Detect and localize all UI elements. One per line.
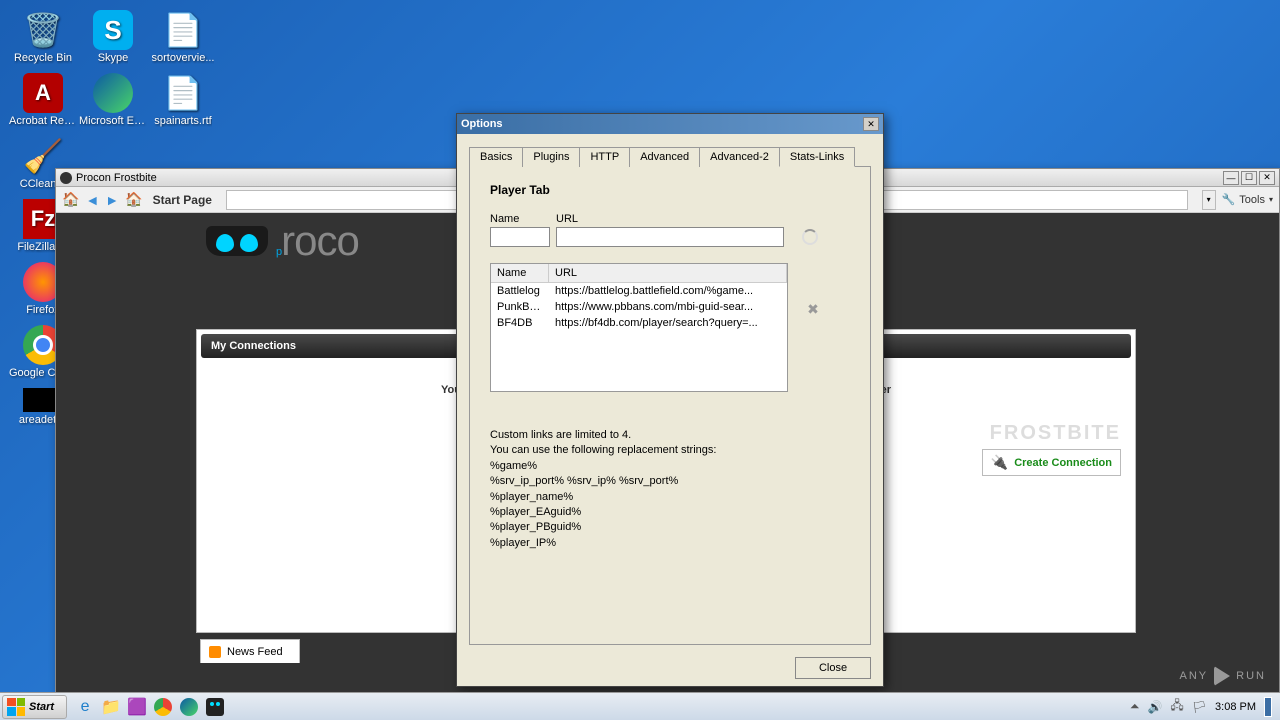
- grid-header-url[interactable]: URL: [549, 264, 787, 282]
- minimize-button[interactable]: —: [1223, 171, 1239, 185]
- options-tabs: Basics Plugins HTTP Advanced Advanced-2 …: [469, 146, 871, 167]
- start-button[interactable]: Start: [2, 695, 67, 719]
- tab-advanced-2[interactable]: Advanced-2: [699, 147, 780, 167]
- taskbar-explorer-icon[interactable]: 📁: [99, 696, 123, 718]
- player-tab-header: Player Tab: [490, 183, 850, 197]
- desktop-icon-rtf2[interactable]: 📄spainarts.rtf: [148, 71, 218, 129]
- address-dropdown[interactable]: ▾: [1202, 190, 1216, 210]
- taskbar-ie-icon[interactable]: e: [73, 696, 97, 718]
- back-icon[interactable]: ◄: [85, 192, 99, 208]
- maximize-button[interactable]: ☐: [1241, 171, 1257, 185]
- wrench-icon: 🔧: [1222, 193, 1236, 206]
- desktop-icon-recycle-bin[interactable]: 🗑️Recycle Bin: [8, 8, 78, 66]
- tray-expand-icon[interactable]: ⏶: [1130, 699, 1140, 714]
- desktop-icon-acrobat[interactable]: AAcrobat Reader D: [8, 71, 78, 129]
- procon-app-icon: [60, 172, 72, 184]
- tab-basics[interactable]: Basics: [469, 147, 523, 167]
- tray-volume-icon[interactable]: 🔊: [1147, 700, 1162, 714]
- tray-show-desktop[interactable]: [1264, 697, 1272, 717]
- tray-clock[interactable]: 3:08 PM: [1215, 701, 1256, 713]
- home-icon[interactable]: 🏠: [62, 191, 79, 208]
- taskbar-chrome-icon[interactable]: [151, 696, 175, 718]
- tray-network-icon[interactable]: 🖧: [1170, 696, 1183, 717]
- plug-icon: 🔌: [991, 454, 1008, 471]
- news-feed-tab[interactable]: News Feed: [200, 639, 300, 663]
- url-label: URL: [556, 213, 784, 225]
- frostbite-label: FROSTBITE: [990, 422, 1121, 445]
- tab-http[interactable]: HTTP: [579, 147, 630, 167]
- system-tray: ⏶ 🔊 🖧 🏳 3:08 PM: [1122, 696, 1280, 717]
- home-icon-2[interactable]: 🏠: [125, 191, 142, 208]
- taskbar-procon-icon[interactable]: [203, 696, 227, 718]
- tools-menu[interactable]: 🔧 Tools ▾: [1222, 193, 1273, 206]
- tray-flag-icon[interactable]: 🏳: [1192, 700, 1207, 714]
- options-close-icon[interactable]: ✕: [863, 117, 879, 131]
- tab-plugins[interactable]: Plugins: [522, 147, 580, 167]
- procon-title: Procon Frostbite: [76, 172, 157, 184]
- create-connection-button[interactable]: 🔌 Create Connection: [982, 449, 1121, 476]
- links-grid[interactable]: Name URL Battlelog https://battlelog.bat…: [490, 263, 788, 392]
- options-title: Options: [461, 118, 503, 130]
- taskbar-app-icon[interactable]: 🟪: [125, 696, 149, 718]
- grid-header-name[interactable]: Name: [491, 264, 549, 282]
- table-row[interactable]: PunkBu... https://www.pbbans.com/mbi-gui…: [491, 299, 787, 315]
- close-button[interactable]: ✕: [1259, 171, 1275, 185]
- page-title: Start Page: [153, 193, 212, 207]
- name-input[interactable]: [490, 227, 550, 247]
- rss-icon: [209, 646, 221, 658]
- delete-link-icon[interactable]: ✖: [807, 301, 819, 318]
- desktop-icon-rtf1[interactable]: 📄sortovervie...: [148, 8, 218, 66]
- table-row[interactable]: BF4DB https://bf4db.com/player/search?qu…: [491, 315, 787, 331]
- name-label: Name: [490, 213, 550, 225]
- add-link-icon[interactable]: [802, 229, 818, 245]
- taskbar-edge-icon[interactable]: [177, 696, 201, 718]
- procon-logo: proco: [206, 217, 359, 265]
- options-dialog: Options ✕ Basics Plugins HTTP Advanced A…: [456, 113, 884, 687]
- close-button[interactable]: Close: [795, 657, 871, 679]
- table-row[interactable]: Battlelog https://battlelog.battlefield.…: [491, 283, 787, 299]
- tab-stats-links[interactable]: Stats-Links: [779, 147, 855, 167]
- help-text: Custom links are limited to 4. You can u…: [490, 428, 850, 551]
- desktop-icon-edge[interactable]: Microsoft Edge: [78, 71, 148, 129]
- tab-advanced[interactable]: Advanced: [629, 147, 700, 167]
- options-titlebar[interactable]: Options ✕: [457, 114, 883, 134]
- url-input[interactable]: [556, 227, 784, 247]
- taskbar: Start e 📁 🟪 ⏶ 🔊 🖧 🏳 3:08 PM: [0, 692, 1280, 720]
- desktop-icon-skype[interactable]: SSkype: [78, 8, 148, 66]
- forward-icon[interactable]: ►: [105, 192, 119, 208]
